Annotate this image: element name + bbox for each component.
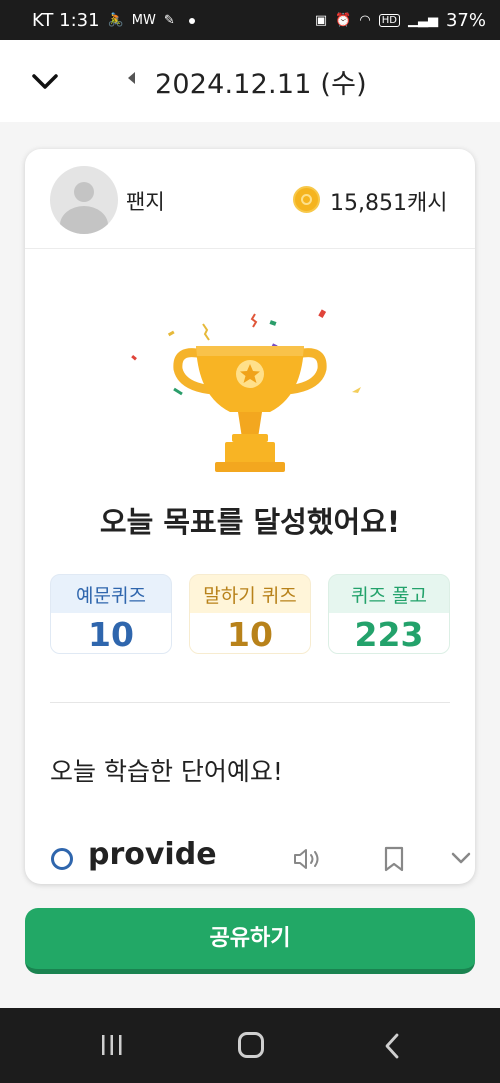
top-header: 2024.12.11 (수) — [0, 40, 500, 122]
profile-row: 팬지 15,851캐시 — [25, 149, 475, 249]
stats-row: 예문퀴즈 10 말하기 퀴즈 10 퀴즈 풀고 223 — [50, 574, 450, 654]
stat-card-quiz-cash: 퀴즈 풀고 223 — [328, 574, 450, 654]
hd-label: HD — [378, 14, 400, 27]
stat-label: 말하기 퀴즈 — [203, 585, 297, 607]
words-section-title: 오늘 학습한 단어예요! — [50, 757, 283, 786]
wifi-icon: ◠ — [359, 13, 371, 28]
bike-icon: 🚴 — [107, 13, 124, 28]
word-text: provide — [88, 837, 217, 872]
status-bar: KT 1:31 🚴 MW ✎ ▣ ⏰ ◠ HD ▁▃▅ 37% — [0, 0, 500, 40]
page-date: 2024.12.11 (수) — [155, 69, 367, 100]
goal-achieved-message: 오늘 목표를 달성했어요! — [99, 505, 401, 539]
avatar — [50, 166, 118, 234]
result-card: 팬지 15,851캐시 오늘 목표를 달성했어요! 예문퀴즈 10 말하기 퀴즈… — [25, 149, 475, 884]
more-notifications-icon — [188, 17, 195, 24]
word-row[interactable]: provide — [50, 837, 471, 881]
alarm-icon: ⏰ — [335, 13, 352, 28]
mw-label: MW — [131, 13, 156, 28]
coin-icon — [293, 186, 320, 213]
back-icon[interactable] — [383, 1032, 401, 1060]
chevron-down-icon[interactable] — [450, 847, 472, 869]
previous-date-icon[interactable] — [128, 72, 135, 84]
share-button[interactable]: 공유하기 — [25, 908, 475, 974]
battery-level: 37% — [445, 10, 486, 31]
stat-card-speaking-quiz: 말하기 퀴즈 10 — [189, 574, 311, 654]
chevron-down-icon[interactable] — [28, 64, 62, 98]
stat-value: 10 — [227, 615, 273, 654]
stat-card-example-quiz: 예문퀴즈 10 — [50, 574, 172, 654]
app-notification-icon: ✎ — [163, 13, 175, 28]
system-nav-bar — [0, 1008, 500, 1083]
divider — [50, 702, 450, 703]
stat-label: 예문퀴즈 — [76, 585, 146, 607]
cash-amount: 15,851캐시 — [330, 191, 448, 216]
status-time: KT 1:31 — [32, 10, 100, 31]
stat-value: 223 — [354, 615, 424, 654]
speaker-icon[interactable] — [292, 845, 322, 873]
trophy-icon — [131, 309, 361, 472]
bookmark-icon[interactable] — [383, 845, 405, 873]
stat-label: 퀴즈 풀고 — [351, 585, 427, 607]
recent-apps-icon[interactable] — [100, 1034, 124, 1056]
stat-value: 10 — [88, 615, 134, 654]
username: 팬지 — [126, 190, 165, 214]
circle-icon — [51, 848, 73, 870]
signal-icon: ▁▃▅ — [407, 13, 438, 28]
lock-icon: ▣ — [314, 13, 328, 28]
home-icon[interactable] — [238, 1032, 264, 1058]
